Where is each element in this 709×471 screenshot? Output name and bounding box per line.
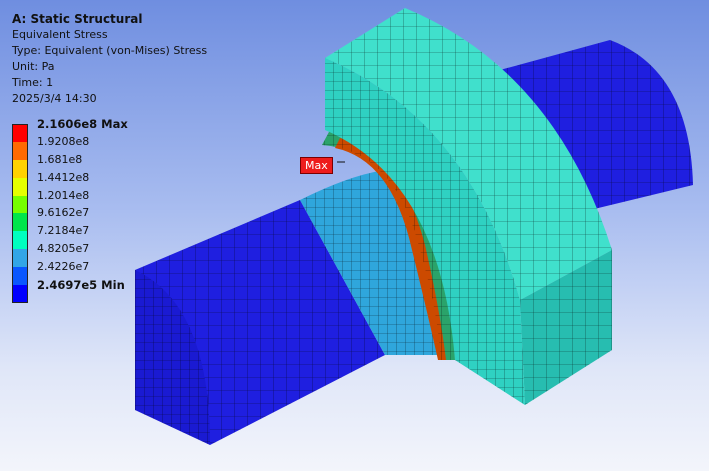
- legend-swatch: [12, 285, 28, 303]
- result-type: Type: Equivalent (von-Mises) Stress: [12, 44, 208, 57]
- result-title: A: Static Structural: [12, 12, 143, 26]
- legend-label: 1.4412e8: [37, 170, 90, 184]
- result-header: A: Static Structural Equivalent Stress T…: [12, 11, 207, 107]
- legend-label: 4.8205e7: [37, 242, 90, 256]
- result-timestamp: 2025/3/4 14:30: [12, 92, 97, 105]
- legend-label: 2.4226e7: [37, 260, 90, 274]
- legend-swatch: [12, 159, 28, 178]
- legend-max-label: 2.1606e8 Max: [37, 117, 128, 131]
- graphics-viewport[interactable]: A: Static Structural Equivalent Stress T…: [0, 0, 709, 471]
- max-probe-label[interactable]: Max: [300, 154, 333, 174]
- legend-swatch: [12, 249, 28, 268]
- legend-label: 7.2184e7: [37, 224, 90, 238]
- legend-label: 9.6162e7: [37, 206, 90, 220]
- max-probe-text: Max: [300, 157, 333, 174]
- legend-swatch: [12, 267, 28, 286]
- legend-swatch: [12, 124, 28, 142]
- legend-swatch: [12, 141, 28, 160]
- result-time: Time: 1: [12, 76, 54, 89]
- legend-label: 1.2014e8: [37, 188, 90, 202]
- legend-swatch: [12, 195, 28, 214]
- result-unit: Unit: Pa: [12, 60, 55, 73]
- result-name: Equivalent Stress: [12, 28, 108, 41]
- legend-min-label: 2.4697e5 Min: [37, 278, 125, 293]
- legend-swatch: [12, 177, 28, 196]
- legend-swatch: [12, 231, 28, 250]
- legend-label: 1.9208e8: [37, 134, 90, 148]
- legend-swatch: [12, 213, 28, 232]
- legend-label: 1.681e8: [37, 152, 83, 166]
